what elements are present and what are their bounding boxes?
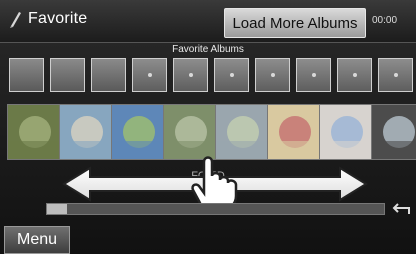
empty-slot-dot-icon: [311, 73, 316, 77]
mini-album-1[interactable]: [9, 58, 44, 92]
bouquet-white-icon: [320, 105, 374, 159]
album-8[interactable]: [371, 104, 416, 160]
screen: Favorite Load More Albums 00:00 Favorite…: [0, 0, 416, 254]
bird-icon: [372, 105, 416, 159]
favorite-albums-label: Favorite Albums: [172, 44, 244, 55]
beach-chair-icon: [60, 105, 114, 159]
album-7[interactable]: [319, 104, 375, 160]
mini-album-5[interactable]: [173, 58, 208, 92]
time-display: 00:00: [372, 15, 398, 26]
page-title: Favorite: [28, 10, 88, 27]
empty-slot-dot-icon: [352, 73, 357, 77]
mini-album-4[interactable]: [132, 58, 167, 92]
mini-album-strip: [9, 58, 413, 92]
title-area: Favorite: [8, 10, 87, 28]
empty-slot-dot-icon: [229, 73, 234, 77]
bouquet-icon: [268, 105, 322, 159]
flowers-icon: [216, 105, 270, 159]
empty-slot-dot-icon: [270, 73, 275, 77]
leaf-icon: [8, 105, 62, 159]
empty-slot-dot-icon: [393, 73, 398, 77]
progress-bar[interactable]: [46, 203, 385, 215]
mini-album-7[interactable]: [255, 58, 290, 92]
empty-slot-dot-icon: [147, 73, 152, 77]
mini-album-2[interactable]: [50, 58, 85, 92]
progress-fill: [47, 204, 68, 214]
header: Favorite Load More Albums 00:00: [0, 0, 416, 43]
tree-icon: [164, 105, 218, 159]
back-arrow-icon[interactable]: [392, 197, 412, 219]
mini-album-10[interactable]: [378, 58, 413, 92]
load-more-albums-button[interactable]: Load More Albums: [224, 8, 366, 38]
mini-album-3[interactable]: [91, 58, 126, 92]
mini-album-8[interactable]: [296, 58, 331, 92]
album-6[interactable]: [267, 104, 323, 160]
album-1[interactable]: [7, 104, 63, 160]
empty-slot-dot-icon: [188, 73, 193, 77]
album-3[interactable]: [111, 104, 167, 160]
menu-button[interactable]: Menu: [4, 226, 70, 254]
mini-album-6[interactable]: [214, 58, 249, 92]
album-2[interactable]: [59, 104, 115, 160]
pencil-icon: [10, 12, 21, 28]
mini-album-9[interactable]: [337, 58, 372, 92]
landscape-icon: [112, 105, 166, 159]
